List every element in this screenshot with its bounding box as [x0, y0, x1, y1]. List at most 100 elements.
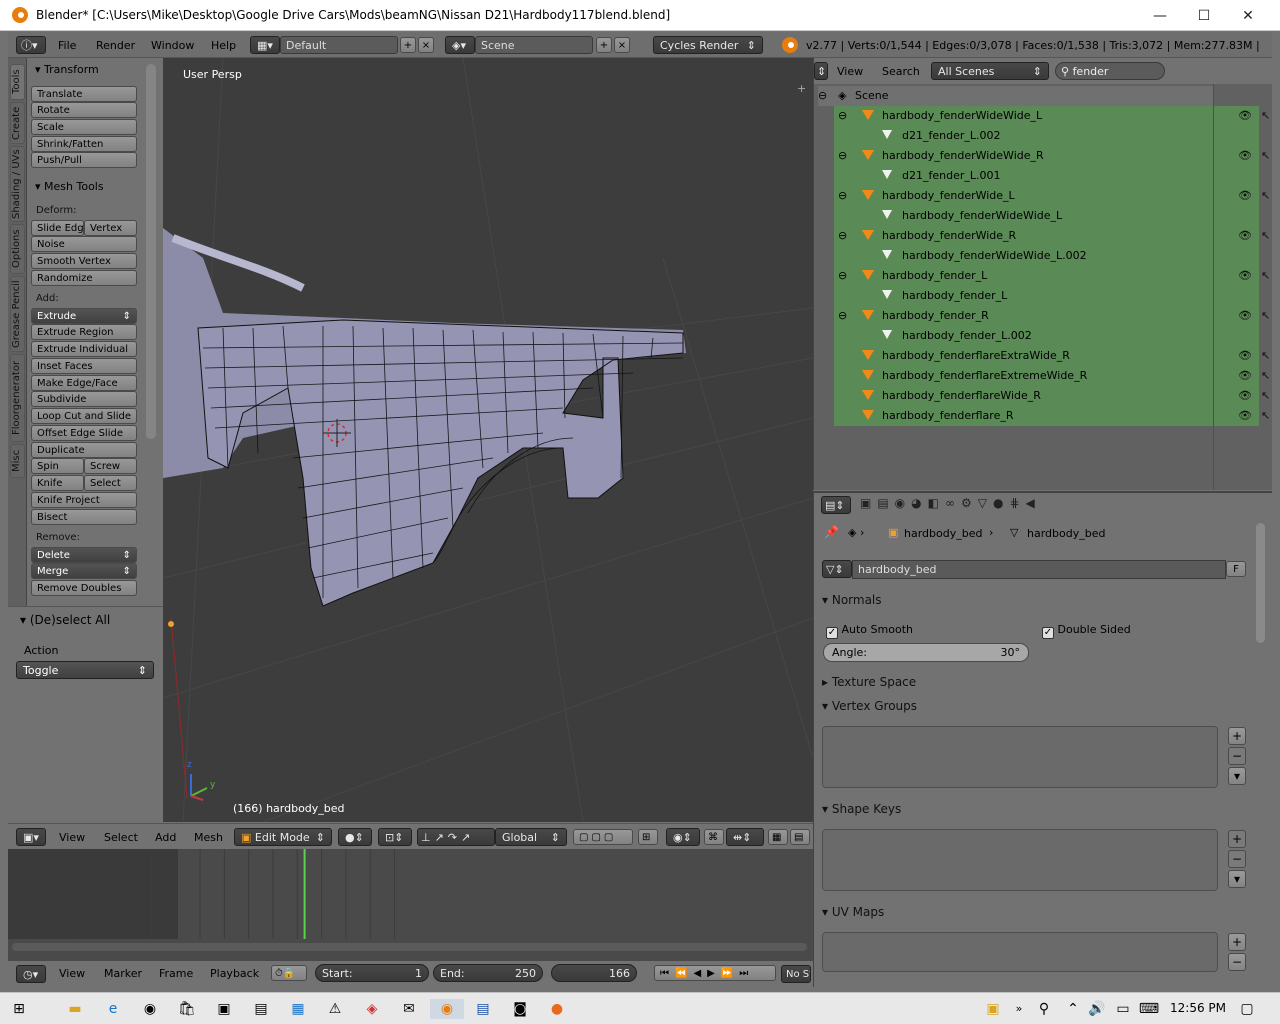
visibility-eye-icon[interactable]: 👁: [1238, 149, 1252, 162]
current-frame-field[interactable]: 166: [551, 964, 637, 982]
fake-user-button[interactable]: F: [1226, 561, 1246, 577]
knife-project-button[interactable]: Knife Project: [31, 492, 137, 508]
tool-shelf-scrollbar[interactable]: [146, 64, 156, 439]
editor-type-3d-icon[interactable]: ▣▾: [16, 828, 46, 846]
tab-tools[interactable]: Tools: [10, 64, 25, 100]
manipulator-icons[interactable]: ⊥↗↷↗: [417, 828, 495, 846]
selectability-cursor-icon[interactable]: ↖: [1261, 149, 1270, 162]
slide-edge-button[interactable]: Slide Edg: [31, 220, 84, 236]
notifications-icon[interactable]: ▢: [1236, 999, 1258, 1019]
menu-file[interactable]: File: [58, 39, 76, 52]
outliner-object-row[interactable]: hardbody_fenderflareExtraWide_R👁↖◘: [834, 346, 1270, 366]
camera-icon[interactable]: ◙: [509, 999, 531, 1019]
property-context-tabs[interactable]: ▣▤◉◕◧∞⚙▽●⋕◀: [860, 496, 1080, 514]
app-icon-3[interactable]: ▦: [287, 999, 309, 1019]
pivot-point-icon[interactable]: ⊡⇕: [378, 828, 412, 846]
file-explorer-icon[interactable]: ▬: [64, 999, 86, 1019]
proportional-edit-icon[interactable]: ◉⇕: [666, 828, 700, 846]
loop-cut-slide-button[interactable]: Loop Cut and Slide: [31, 408, 137, 424]
menu-view[interactable]: View: [59, 831, 85, 844]
outliner-mesh-row[interactable]: hardbody_fenderWideWide_L: [834, 206, 1259, 226]
extrude-region-button[interactable]: Extrude Region: [31, 324, 137, 340]
shape-keys-panel-header[interactable]: ▾ Shape Keys: [822, 802, 1250, 816]
delete-button[interactable]: Delete ⇕: [31, 547, 137, 563]
selectability-cursor-icon[interactable]: ↖: [1261, 369, 1270, 382]
display-mode-select[interactable]: All Scenes ⇕: [931, 62, 1049, 80]
app-icon-6[interactable]: ▤: [472, 999, 494, 1019]
outliner-search-field[interactable]: ⚲ fender: [1055, 62, 1165, 80]
vertex-group-specials-icon[interactable]: ▾: [1228, 767, 1246, 785]
tab-options[interactable]: Options: [10, 224, 25, 274]
remove-shape-key-button[interactable]: −: [1228, 850, 1246, 868]
preview-range-icon[interactable]: ⏱🔒: [271, 965, 307, 981]
texture-space-panel-header[interactable]: ▸ Texture Space: [822, 675, 1250, 689]
minimize-button[interactable]: —: [1150, 6, 1170, 26]
visibility-eye-icon[interactable]: 👁: [1238, 349, 1252, 362]
menu-frame[interactable]: Frame: [159, 967, 193, 980]
menu-search[interactable]: Search: [882, 65, 920, 78]
mesh-tools-panel-header[interactable]: ▾ Mesh Tools: [35, 180, 104, 193]
end-frame-field[interactable]: End: 250: [433, 964, 543, 982]
outliner-object-row[interactable]: ⊖hardbody_fenderWideWide_L👁↖◘: [834, 106, 1270, 126]
selectability-cursor-icon[interactable]: ↖: [1261, 389, 1270, 402]
menu-mesh[interactable]: Mesh: [194, 831, 223, 844]
uv-maps-list[interactable]: [822, 932, 1218, 972]
screen-layout-icon[interactable]: ▦▾: [250, 36, 280, 54]
select-mode-icons[interactable]: ▢▢▢: [573, 829, 633, 845]
playback-controls[interactable]: ⏮⏪◀▶⏩⏭: [654, 965, 776, 981]
visibility-eye-icon[interactable]: 👁: [1238, 369, 1252, 382]
people-icon[interactable]: ⚲: [1033, 999, 1055, 1019]
steam-icon[interactable]: ◉: [139, 999, 161, 1019]
selectability-cursor-icon[interactable]: ↖: [1261, 109, 1270, 122]
maximize-button[interactable]: ☐: [1194, 6, 1214, 26]
remove-vertex-group-button[interactable]: −: [1228, 747, 1246, 765]
tab-misc[interactable]: Misc: [10, 444, 25, 478]
vertex-groups-panel-header[interactable]: ▾ Vertex Groups: [822, 699, 1250, 713]
pin-icon[interactable]: 📌: [824, 525, 839, 539]
outliner-mesh-row[interactable]: d21_fender_L.001: [834, 166, 1259, 186]
tray-app-icon[interactable]: ▣: [982, 999, 1004, 1019]
scale-button[interactable]: Scale: [31, 119, 137, 135]
randomize-button[interactable]: Randomize: [31, 270, 137, 286]
network-icon[interactable]: ▭: [1112, 999, 1134, 1019]
close-button[interactable]: ✕: [1238, 6, 1258, 26]
timeline-scrollbar[interactable]: [12, 943, 807, 951]
add-layout-icon[interactable]: +: [400, 37, 416, 53]
render-engine-select[interactable]: Cycles Render ⇕: [653, 36, 763, 54]
transform-panel-header[interactable]: ▾ Transform: [35, 63, 99, 76]
selectability-cursor-icon[interactable]: ↖: [1261, 349, 1270, 362]
extrude-individual-button[interactable]: Extrude Individual: [31, 341, 137, 357]
outliner-mesh-row[interactable]: hardbody_fender_L: [834, 286, 1259, 306]
editor-type-timeline-icon[interactable]: ◷▾: [16, 965, 46, 983]
outliner-object-row[interactable]: ⊖hardbody_fenderWide_R👁↖◘: [834, 226, 1270, 246]
visibility-eye-icon[interactable]: 👁: [1238, 109, 1252, 122]
outliner-object-row[interactable]: hardbody_fenderflareWide_R👁↖◘: [834, 386, 1270, 406]
outliner-object-row[interactable]: ⊖hardbody_fenderWide_L👁↖◘: [834, 186, 1270, 206]
opengl-render-icon[interactable]: ▤: [790, 829, 810, 845]
visibility-eye-icon[interactable]: 👁: [1238, 389, 1252, 402]
outliner-object-row[interactable]: ⊖hardbody_fender_R👁↖◘: [834, 306, 1270, 326]
last-operator-header[interactable]: ▾ (De)select All: [20, 613, 110, 627]
remove-layout-icon[interactable]: ×: [418, 37, 434, 53]
edge-icon[interactable]: e: [102, 999, 124, 1019]
outliner-mesh-row[interactable]: d21_fender_L.002: [834, 126, 1259, 146]
firefox-icon[interactable]: ●: [546, 999, 568, 1019]
spin-button[interactable]: Spin: [31, 458, 84, 474]
add-vertex-group-button[interactable]: +: [1228, 727, 1246, 745]
shape-key-specials-icon[interactable]: ▾: [1228, 870, 1246, 888]
app-icon-2[interactable]: ▤: [250, 999, 272, 1019]
shrink-fatten-button[interactable]: Shrink/Fatten: [31, 136, 137, 152]
bisect-button[interactable]: Bisect: [31, 509, 137, 525]
selectability-cursor-icon[interactable]: ↖: [1261, 269, 1270, 282]
shape-keys-list[interactable]: [822, 829, 1218, 891]
add-uv-map-button[interactable]: +: [1228, 933, 1246, 951]
smooth-vertex-button[interactable]: Smooth Vertex: [31, 253, 137, 269]
push-pull-button[interactable]: Push/Pull: [31, 152, 137, 168]
limit-selection-icon[interactable]: ⊞: [638, 829, 658, 845]
outliner-mesh-row[interactable]: hardbody_fender_L.002: [834, 326, 1259, 346]
viewport-shading-icon[interactable]: ●⇕: [338, 828, 372, 846]
visibility-eye-icon[interactable]: 👁: [1238, 229, 1252, 242]
menu-add[interactable]: Add: [155, 831, 176, 844]
volume-icon[interactable]: 🔊: [1086, 999, 1108, 1019]
screen-layout-field[interactable]: Default: [280, 36, 398, 54]
